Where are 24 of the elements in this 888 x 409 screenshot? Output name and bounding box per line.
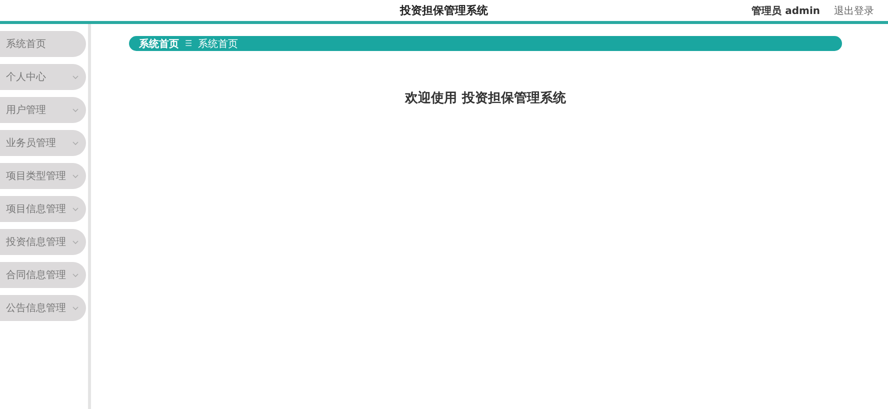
breadcrumb-link[interactable]: 系统首页 <box>198 36 238 50</box>
sidebar-item[interactable]: 合同信息管理 <box>0 262 86 288</box>
sidebar-item[interactable]: 业务员管理 <box>0 130 86 156</box>
app-title: 投资担保管理系统 <box>400 3 488 18</box>
chevron-down-icon <box>72 206 79 212</box>
chevron-down-icon <box>72 240 79 244</box>
chevron-down-icon <box>72 108 79 112</box>
sidebar-item[interactable]: 用户管理 <box>0 97 86 123</box>
sidebar-item[interactable]: 项目信息管理 <box>0 196 86 222</box>
chevron-down-icon <box>72 174 79 178</box>
sidebar-item[interactable]: 公告信息管理 <box>0 295 86 321</box>
chevron-down-icon <box>72 140 79 146</box>
chevron-down-icon <box>72 306 79 310</box>
sidebar-item[interactable]: 个人中心 <box>0 64 86 90</box>
breadcrumb-link[interactable]: 系统首页 <box>139 36 179 50</box>
sidebar-item[interactable]: 投资信息管理 <box>0 229 86 255</box>
sidebar-item[interactable]: 系统首页 <box>0 31 86 57</box>
breadcrumb-separator: ☰ <box>185 39 192 48</box>
user-label: 管理员 admin <box>752 4 820 18</box>
logout-link[interactable]: 退出登录 <box>834 4 874 18</box>
sidebar-item[interactable]: 项目类型管理 <box>0 163 86 189</box>
welcome-heading: 欢迎使用 投资担保管理系统 <box>404 90 567 107</box>
chevron-down-icon <box>72 74 79 80</box>
chevron-down-icon <box>72 272 79 278</box>
